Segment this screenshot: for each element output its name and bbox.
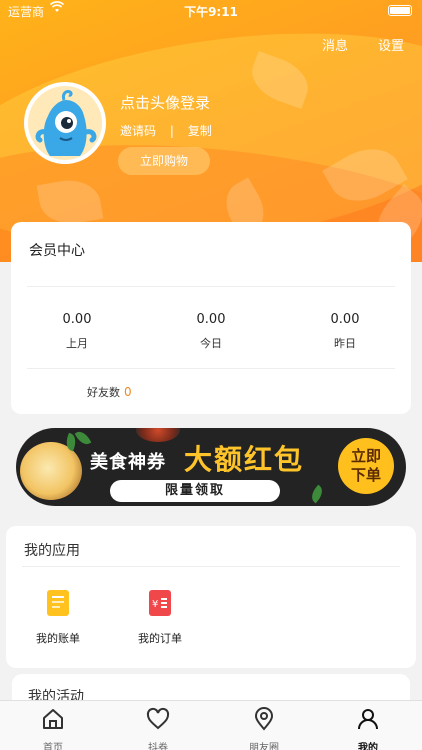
login-prompt[interactable]: 点击头像登录	[120, 92, 210, 113]
friends-count-row[interactable]: 好友数 0	[87, 384, 132, 400]
bill-icon	[47, 590, 69, 616]
member-center-card: 会员中心 0.00 上月 0.00 今日 0.00 昨日 好友数 0	[11, 222, 411, 414]
stat-label: 昨日	[334, 337, 356, 350]
invite-separator: |	[169, 124, 174, 138]
tab-mine[interactable]: 我的	[328, 707, 408, 750]
avatar[interactable]	[24, 82, 106, 164]
order-icon: ¥	[149, 590, 171, 616]
copy-button[interactable]: 复制	[188, 124, 212, 138]
invite-row: 邀请码 | 复制	[120, 122, 222, 139]
bottom-tab-bar: 首页 抖券 朋友圈 我的	[0, 700, 422, 750]
stat-label: 今日	[200, 337, 222, 350]
banner-order-now-button[interactable]: 立即 下单	[338, 438, 394, 494]
banner-limited-pill: 限量领取	[110, 480, 280, 502]
app-item-orders[interactable]: ¥ 我的订单	[120, 590, 200, 646]
heart-icon	[146, 707, 170, 731]
messages-link[interactable]: 消息	[322, 35, 348, 54]
tab-label: 我的	[358, 743, 378, 750]
stat-yesterday[interactable]: 0.00 昨日	[295, 312, 395, 351]
home-icon	[41, 707, 65, 731]
banner-big-text: 大额红包	[184, 443, 305, 476]
settings-link[interactable]: 设置	[378, 35, 404, 54]
buy-now-button[interactable]: 立即购物	[118, 147, 210, 175]
svg-text:¥: ¥	[152, 599, 158, 610]
stat-label: 上月	[66, 337, 88, 350]
monster-avatar-icon	[35, 90, 97, 156]
tab-moments[interactable]: 朋友圈	[224, 707, 304, 750]
status-bar: 运营商 下午9:11	[0, 0, 422, 22]
location-icon	[252, 707, 276, 731]
tab-home[interactable]: 首页	[13, 707, 93, 750]
tab-label: 抖券	[148, 743, 168, 750]
friends-label: 好友数	[87, 386, 120, 399]
app-item-label: 我的订单	[138, 632, 182, 645]
banner-cta-line2: 下单	[350, 466, 381, 484]
stat-value: 0.00	[196, 312, 226, 327]
dish-icon	[136, 428, 180, 442]
stat-last-month[interactable]: 0.00 上月	[27, 312, 127, 351]
my-apps-card: 我的应用 我的账单 ¥ 我的订单	[6, 526, 416, 668]
friends-count: 0	[124, 385, 132, 399]
banner-cta-line1: 立即	[350, 447, 381, 465]
banner-coupon-text: 美食神券	[90, 452, 166, 473]
invite-code-label: 邀请码	[120, 124, 157, 138]
person-icon	[356, 707, 380, 731]
my-apps-title: 我的应用	[24, 543, 80, 559]
tab-coupons[interactable]: 抖券	[118, 707, 198, 750]
status-time: 下午9:11	[184, 5, 238, 19]
stat-today[interactable]: 0.00 今日	[161, 312, 261, 351]
stat-value: 0.00	[62, 312, 92, 327]
app-item-label: 我的账单	[36, 632, 80, 645]
tab-label: 首页	[43, 743, 63, 750]
member-center-title: 会员中心	[29, 243, 85, 259]
battery-icon	[388, 5, 412, 16]
tab-label: 朋友圈	[249, 743, 279, 750]
app-item-bill[interactable]: 我的账单	[18, 590, 98, 646]
stat-value: 0.00	[330, 312, 360, 327]
food-coupon-banner[interactable]: 美食神券 大额红包 限量领取 立即 下单	[16, 428, 406, 506]
